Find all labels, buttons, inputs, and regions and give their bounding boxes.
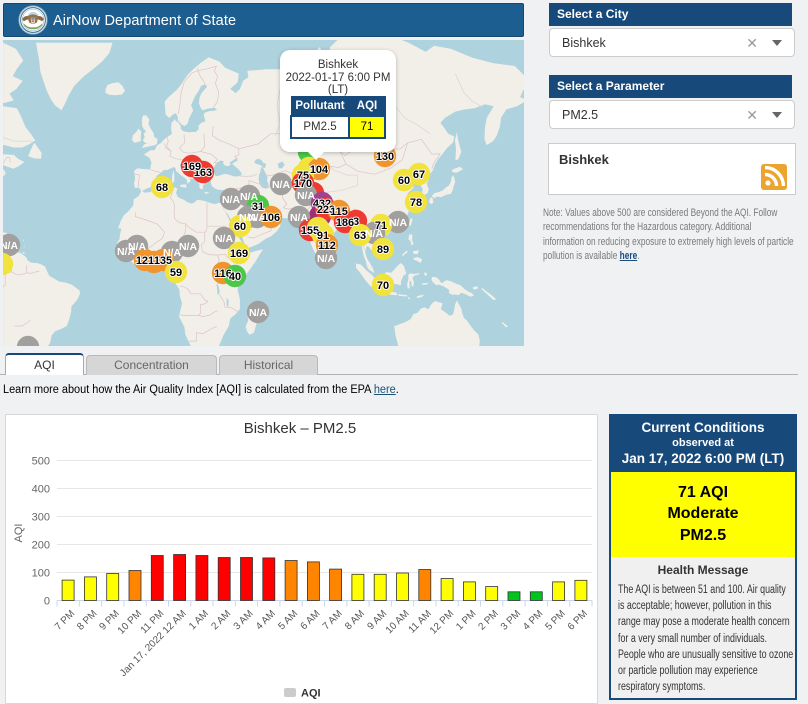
svg-text:2 AM: 2 AM: [209, 608, 233, 632]
svg-text:59: 59: [170, 267, 182, 279]
svg-text:60: 60: [234, 221, 246, 233]
svg-text:135: 135: [154, 255, 172, 267]
svg-text:1 PM: 1 PM: [454, 608, 478, 632]
svg-text:3 PM: 3 PM: [499, 608, 523, 632]
svg-text:1 AM: 1 AM: [187, 608, 211, 632]
svg-text:186: 186: [336, 217, 354, 229]
svg-text:70: 70: [377, 280, 389, 292]
svg-text:N/A: N/A: [215, 233, 234, 245]
svg-text:40: 40: [229, 271, 241, 283]
svg-text:63: 63: [354, 230, 366, 242]
svg-text:Bishkek – PM2.5: Bishkek – PM2.5: [244, 420, 357, 437]
svg-text:5 PM: 5 PM: [543, 608, 567, 632]
svg-text:121: 121: [136, 255, 154, 267]
svg-text:200: 200: [32, 540, 50, 552]
svg-text:8 PM: 8 PM: [75, 608, 99, 632]
svg-text:4 AM: 4 AM: [254, 608, 278, 632]
svg-text:N/A: N/A: [222, 194, 241, 206]
svg-text:4 PM: 4 PM: [521, 608, 545, 632]
svg-text:N/A: N/A: [117, 246, 136, 258]
svg-text:12 PM: 12 PM: [428, 608, 456, 636]
svg-text:104: 104: [310, 164, 329, 176]
svg-text:500: 500: [32, 456, 50, 468]
svg-text:N/A: N/A: [365, 228, 384, 240]
svg-text:60: 60: [398, 175, 410, 187]
svg-text:67: 67: [413, 169, 425, 181]
svg-text:6 AM: 6 AM: [299, 608, 323, 632]
svg-text:130: 130: [376, 151, 394, 163]
svg-text:7 PM: 7 PM: [53, 608, 77, 632]
svg-text:0: 0: [44, 596, 50, 608]
svg-text:N/A: N/A: [249, 307, 268, 319]
svg-text:170: 170: [294, 178, 312, 190]
svg-text:78: 78: [410, 197, 422, 209]
svg-text:89: 89: [377, 244, 389, 256]
svg-text:100: 100: [32, 568, 50, 580]
svg-text:AQI: AQI: [13, 524, 25, 543]
svg-text:N/A: N/A: [3, 240, 18, 252]
svg-text:5 AM: 5 AM: [276, 608, 300, 632]
svg-text:10 PM: 10 PM: [116, 608, 144, 636]
svg-text:AQI: AQI: [301, 688, 321, 700]
svg-text:N/A: N/A: [272, 179, 291, 191]
svg-text:169: 169: [230, 248, 248, 260]
svg-text:300: 300: [32, 512, 50, 524]
svg-text:8 AM: 8 AM: [343, 608, 367, 632]
svg-text:3 AM: 3 AM: [232, 608, 256, 632]
svg-text:68: 68: [156, 182, 168, 194]
svg-text:169: 169: [183, 161, 201, 173]
svg-text:400: 400: [32, 484, 50, 496]
svg-text:N/A: N/A: [179, 241, 198, 253]
svg-text:106: 106: [262, 212, 280, 224]
svg-text:112: 112: [318, 240, 336, 252]
svg-text:7 AM: 7 AM: [321, 608, 345, 632]
svg-text:2 PM: 2 PM: [477, 608, 501, 632]
svg-text:N/A: N/A: [290, 212, 309, 224]
svg-text:6 PM: 6 PM: [566, 608, 590, 632]
svg-text:10 AM: 10 AM: [384, 608, 412, 636]
svg-text:N/A: N/A: [389, 217, 408, 229]
svg-text:N/A: N/A: [317, 253, 336, 265]
